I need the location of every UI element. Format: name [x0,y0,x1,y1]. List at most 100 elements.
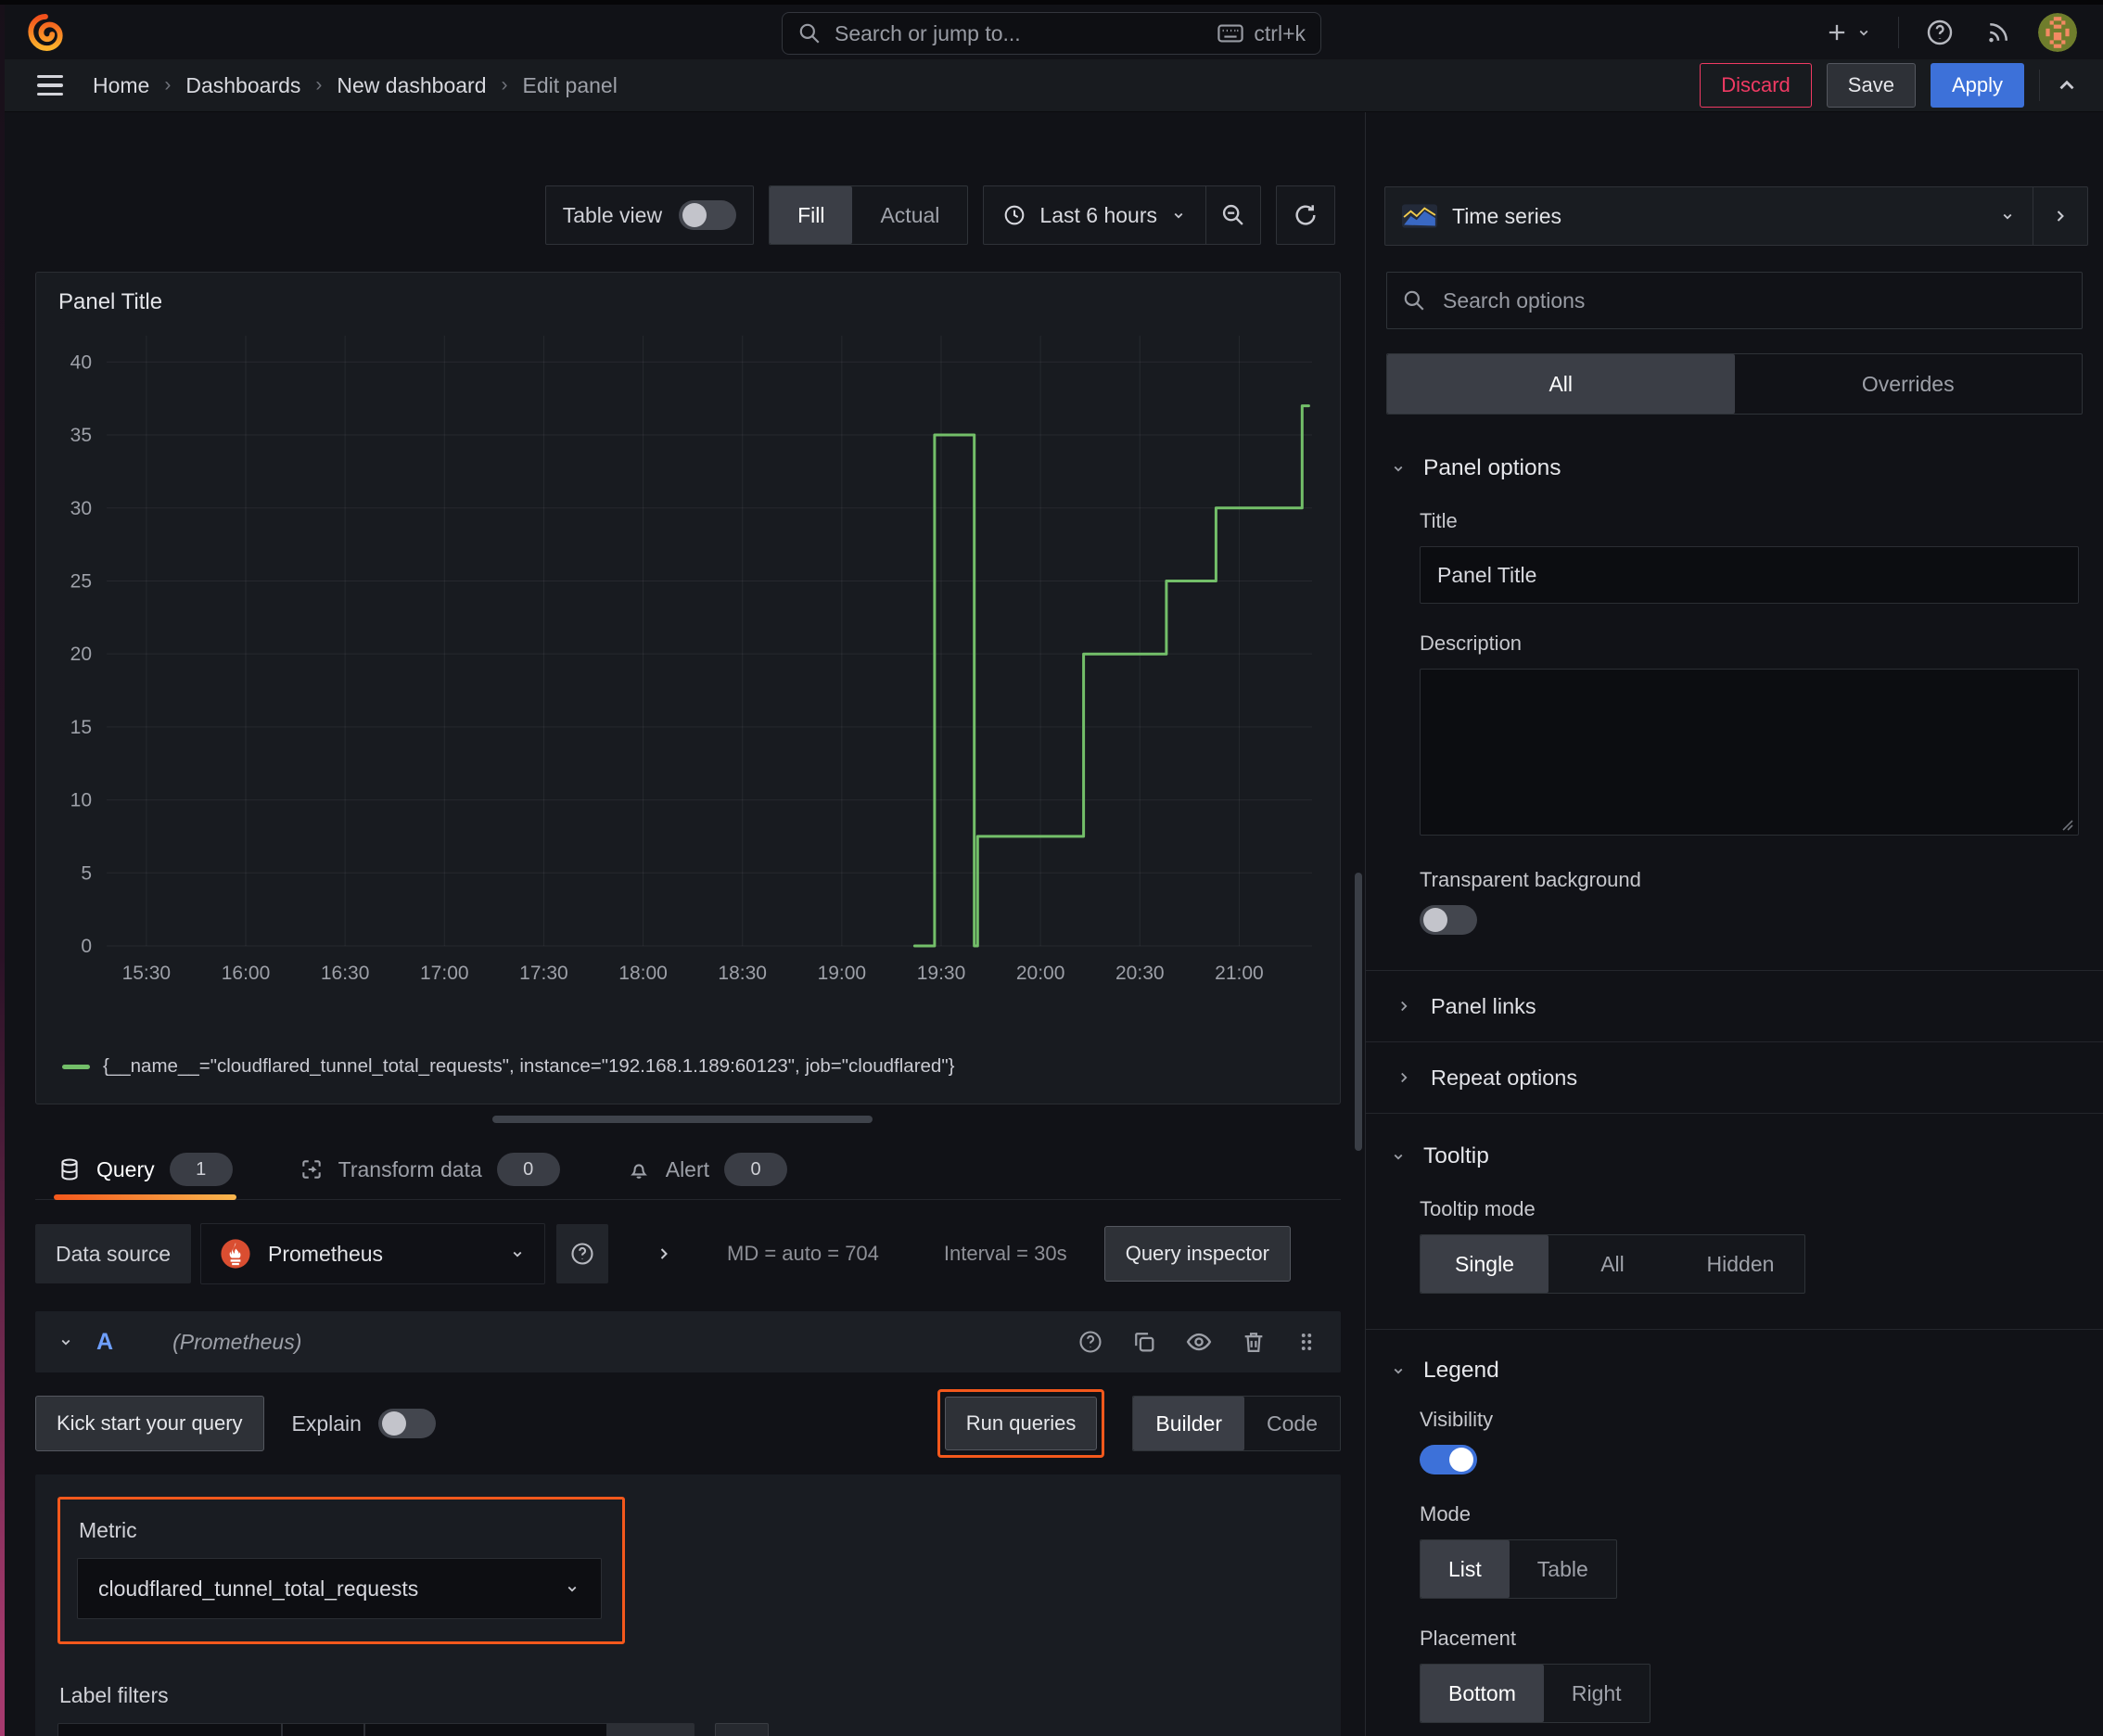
query-row-header[interactable]: A (Prometheus) [35,1311,1341,1372]
svg-text:18:30: 18:30 [718,963,767,984]
legend-mode-list[interactable]: List [1421,1540,1510,1598]
grafana-app: Search or jump to... ctrl+k Home › Dashb… [0,0,2103,1736]
remove-filter-button[interactable] [608,1724,695,1736]
svg-text:17:00: 17:00 [420,963,469,984]
operator-dropdown[interactable]: = [283,1724,364,1736]
tab-overrides[interactable]: Overrides [1735,354,2083,414]
options-search[interactable] [1386,272,2083,329]
svg-text:10: 10 [70,790,92,811]
tooltip-hidden-option[interactable]: Hidden [1676,1235,1804,1293]
description-textarea[interactable] [1420,669,2079,836]
builder-code-switch: Builder Code [1132,1396,1341,1451]
drag-handle-icon[interactable] [1294,1330,1319,1354]
edit-pane-left: Table view Fill Actual Last 6 hours Pane… [0,112,1365,1736]
scrollbar-thumb[interactable] [1355,873,1362,1151]
grafana-logo[interactable] [26,13,65,52]
apply-button[interactable]: Apply [1930,63,2024,108]
discard-button[interactable]: Discard [1700,63,1812,108]
transparent-background-toggle[interactable] [1420,905,1477,935]
search-bar[interactable]: Search or jump to... ctrl+k [782,12,1321,55]
help-circle-icon [1925,18,1955,47]
tab-all[interactable]: All [1387,354,1735,414]
metric-value: cloudflared_tunnel_total_requests [98,1576,419,1601]
tooltip-single-option[interactable]: Single [1421,1235,1549,1293]
legend-mode-table[interactable]: Table [1510,1540,1616,1598]
collapse-query-icon[interactable] [57,1334,74,1350]
news-button[interactable] [1981,15,2016,50]
add-filter-button[interactable] [715,1723,770,1736]
breadcrumb-home[interactable]: Home [93,73,149,98]
visualization-picker[interactable]: Time series [1385,187,2033,245]
refresh-button[interactable] [1276,185,1335,245]
select-value-dropdown[interactable]: Select value [365,1724,607,1736]
tab-transform-data[interactable]: Transform data 0 [296,1140,564,1199]
tab-label: Query [96,1156,155,1181]
time-range-label: Last 6 hours [1039,202,1157,227]
divider [1366,1329,2103,1330]
actual-option[interactable]: Actual [852,186,967,244]
query-options-chevron-icon[interactable] [655,1245,673,1263]
clock-icon [1002,203,1026,227]
query-help-icon[interactable] [1077,1329,1103,1355]
run-queries-button[interactable]: Run queries [944,1397,1098,1450]
query-editor: A (Prometheus) Kick start your query Exp… [35,1311,1341,1736]
menu-toggle-button[interactable] [28,70,72,102]
query-ref-id: A [96,1328,114,1355]
svg-text:25: 25 [70,570,92,592]
tooltip-section-header[interactable]: Tooltip [1366,1143,2103,1169]
tab-label: Transform data [338,1156,482,1181]
svg-text:20:30: 20:30 [1115,963,1165,984]
interval: Interval = 30s [943,1242,1067,1265]
collapse-pane-button[interactable] [2033,187,2087,245]
explain-toggle[interactable] [377,1409,436,1438]
fill-option[interactable]: Fill [770,186,853,244]
select-label-dropdown[interactable]: Select label [58,1724,281,1736]
legend-placement-right[interactable]: Right [1544,1665,1650,1722]
search-placeholder: Search or jump to... [835,20,1021,45]
tooltip-all-option[interactable]: All [1549,1235,1676,1293]
panel-options-section-header[interactable]: Panel options [1366,455,2103,481]
visibility-label: Visibility [1420,1408,1494,1431]
zoom-out-time-button[interactable] [1205,186,1260,244]
duplicate-query-icon[interactable] [1131,1329,1157,1355]
label-filters-row: Select label = [57,1723,1319,1736]
time-range-picker[interactable]: Last 6 hours [984,203,1205,228]
pane-resize-handle[interactable] [492,1116,873,1123]
legend-placement-bottom[interactable]: Bottom [1421,1665,1544,1722]
datasource-help-button[interactable] [556,1224,609,1283]
user-avatar[interactable] [2038,13,2077,52]
metric-select[interactable]: cloudflared_tunnel_total_requests [77,1558,602,1619]
add-new-button[interactable] [1820,16,1876,49]
builder-option[interactable]: Builder [1133,1397,1245,1450]
tab-query[interactable]: Query 1 [54,1140,236,1200]
legend-section-header[interactable]: Legend [1366,1358,2103,1384]
toggle-visibility-icon[interactable] [1185,1328,1213,1356]
legend-series-label[interactable]: {__name__="cloudflared_tunnel_total_requ… [103,1055,954,1078]
panel-title-input[interactable] [1420,546,2079,604]
help-button[interactable] [1921,14,1958,51]
legend-visibility-toggle[interactable] [1420,1445,1477,1474]
table-view-toggle[interactable] [679,200,737,230]
delete-query-icon[interactable] [1241,1329,1267,1355]
save-button[interactable]: Save [1826,63,1916,108]
query-inspector-button[interactable]: Query inspector [1103,1226,1291,1282]
code-option[interactable]: Code [1244,1397,1340,1450]
datasource-picker[interactable]: Prometheus [200,1223,546,1284]
collapse-options-pane-button[interactable] [2055,73,2079,97]
options-search-input[interactable] [1441,287,2067,314]
plus-icon [1824,19,1850,45]
panel-links-section[interactable]: Panel links [1366,971,2103,1041]
tab-alert[interactable]: Alert 0 [623,1140,791,1199]
legend-mode-switch: List Table [1420,1539,1617,1599]
table-view-label: Table view [562,202,663,227]
svg-text:30: 30 [70,498,92,519]
breadcrumb-new-dashboard[interactable]: New dashboard [337,73,486,98]
topbar-divider [1898,17,1899,48]
svg-text:16:00: 16:00 [222,963,271,984]
breadcrumb-dashboards[interactable]: Dashboards [185,73,300,98]
query-options-summary[interactable]: MD = auto = 704 Interval = 30s [727,1242,1067,1266]
repeat-options-section[interactable]: Repeat options [1366,1042,2103,1113]
kick-start-query-button[interactable]: Kick start your query [35,1396,264,1451]
chevron-right-icon [1396,998,1412,1015]
time-series-chart[interactable]: 0 5 10 15 20 25 30 35 40 15:30 16:00 16:30 17:00 17:3… [53,325,1325,989]
